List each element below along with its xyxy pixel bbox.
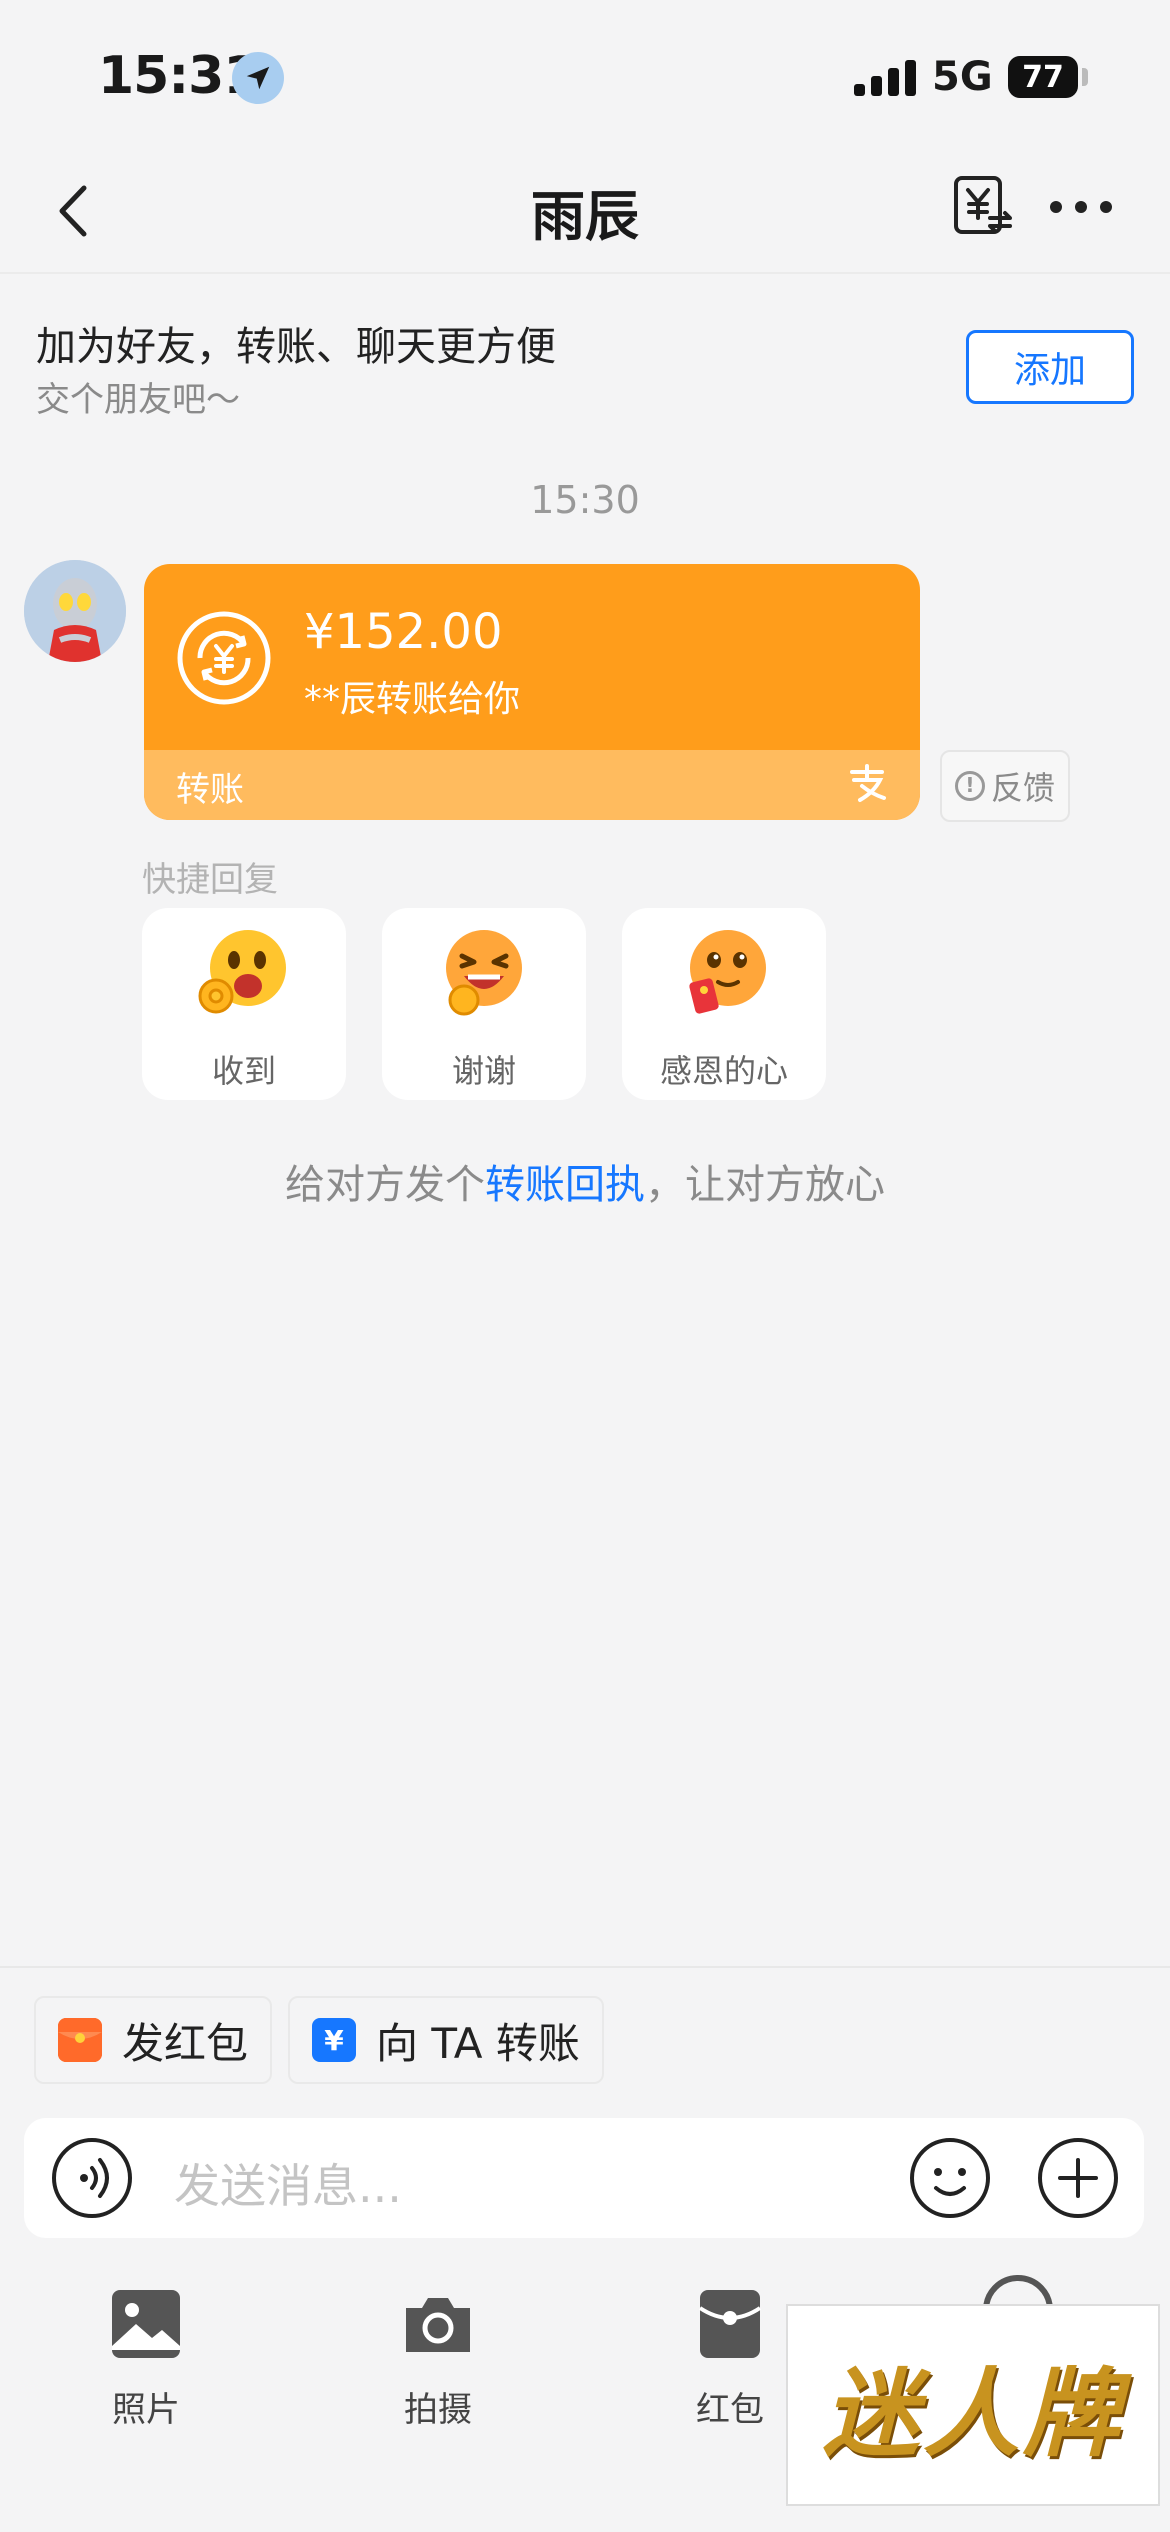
- camera-icon: [402, 2288, 474, 2360]
- red-envelope-icon: [694, 2288, 766, 2360]
- ok-hand-emoji-icon: [194, 924, 294, 1024]
- send-red-envelope-chip[interactable]: 发红包: [34, 1996, 273, 2084]
- quick-reply-received[interactable]: 收到: [142, 908, 346, 1100]
- info-icon: !: [954, 771, 985, 801]
- transfer-card-body: ¥152.00 **辰转账给你: [144, 564, 920, 750]
- transfer-icon[interactable]: [950, 174, 1016, 240]
- watermark-logo: 迷人牌: [786, 2304, 1160, 2506]
- transfer-receipt-tip: 给对方发个转账回执，让对方放心: [0, 1152, 1170, 1210]
- add-friend-banner: 加为好友，转账、聊天更方便 交个朋友吧～ 添加: [0, 276, 1170, 440]
- network-type: 5G: [932, 54, 993, 100]
- add-friend-subtitle: 交个朋友吧～: [36, 380, 240, 420]
- transfer-yuan-icon: [176, 610, 272, 706]
- message-timestamp: 15:30: [530, 478, 640, 522]
- red-envelope-icon: [58, 2018, 102, 2062]
- chip-label: 向 TA 转账: [376, 2018, 580, 2068]
- quick-reply-label: 收到: [211, 1052, 276, 1090]
- transfer-message-card[interactable]: ¥152.00 **辰转账给你 转账: [144, 564, 920, 820]
- more-actions-plus-icon[interactable]: [1036, 2136, 1120, 2220]
- transfer-card-label: 转账: [176, 770, 244, 810]
- transfer-to-ta-chip[interactable]: ¥ 向 TA 转账: [288, 1996, 604, 2084]
- grateful-emoji-icon: [674, 924, 774, 1024]
- feedback-button[interactable]: ! 反馈: [940, 750, 1070, 822]
- tool-partial-icon[interactable]: [982, 2274, 1054, 2304]
- tool-label: 照片: [112, 2390, 180, 2430]
- add-friend-button[interactable]: 添加: [966, 330, 1134, 404]
- receipt-tip-prefix: 给对方发个: [285, 1162, 485, 1208]
- battery-nub: [1082, 68, 1088, 86]
- quick-reply-label: 谢谢: [451, 1052, 516, 1090]
- quick-reply-label: 感恩的心: [659, 1052, 788, 1090]
- transfer-card-footer: 转账: [144, 750, 920, 820]
- more-options-icon[interactable]: [1050, 192, 1112, 222]
- location-arrow-icon: [232, 52, 284, 104]
- thanks-emoji-icon: [434, 924, 534, 1024]
- add-friend-title: 加为好友，转账、聊天更方便: [36, 324, 556, 370]
- tool-label: 拍摄: [404, 2390, 472, 2430]
- battery-level: 77: [1022, 59, 1064, 95]
- emoji-picker-icon[interactable]: [908, 2136, 992, 2220]
- feedback-label: 反馈: [990, 769, 1055, 807]
- quick-reply-thanks[interactable]: 谢谢: [382, 908, 586, 1100]
- transfer-description: **辰转账给你: [304, 679, 521, 720]
- receipt-tip-suffix: ，让对方放心: [645, 1162, 885, 1208]
- transfer-receipt-link[interactable]: 转账回执: [485, 1162, 645, 1208]
- yuan-transfer-icon: ¥: [312, 2018, 356, 2062]
- transfer-amount: ¥152.00: [304, 604, 503, 660]
- nav-bar: 雨辰: [0, 150, 1170, 274]
- watermark-text: 迷人牌: [823, 2356, 1123, 2470]
- chip-label: 发红包: [122, 2018, 249, 2068]
- voice-input-icon[interactable]: [50, 2136, 134, 2220]
- quick-reply-title: 快捷回复: [142, 860, 278, 900]
- photo-icon: [110, 2288, 182, 2360]
- alipay-logo-icon: [846, 762, 888, 804]
- tool-photo[interactable]: 照片: [66, 2278, 226, 2438]
- cellular-signal-icon: [854, 60, 916, 96]
- quick-reply-grateful[interactable]: 感恩的心: [622, 908, 826, 1100]
- message-input[interactable]: 发送消息...: [174, 2150, 402, 2216]
- contact-avatar[interactable]: [24, 560, 126, 662]
- tool-camera[interactable]: 拍摄: [358, 2278, 518, 2438]
- battery-icon: 77: [1008, 56, 1078, 98]
- message-input-bar: 发送消息...: [24, 2118, 1144, 2238]
- status-bar: 15:31 5G 77: [0, 0, 1170, 150]
